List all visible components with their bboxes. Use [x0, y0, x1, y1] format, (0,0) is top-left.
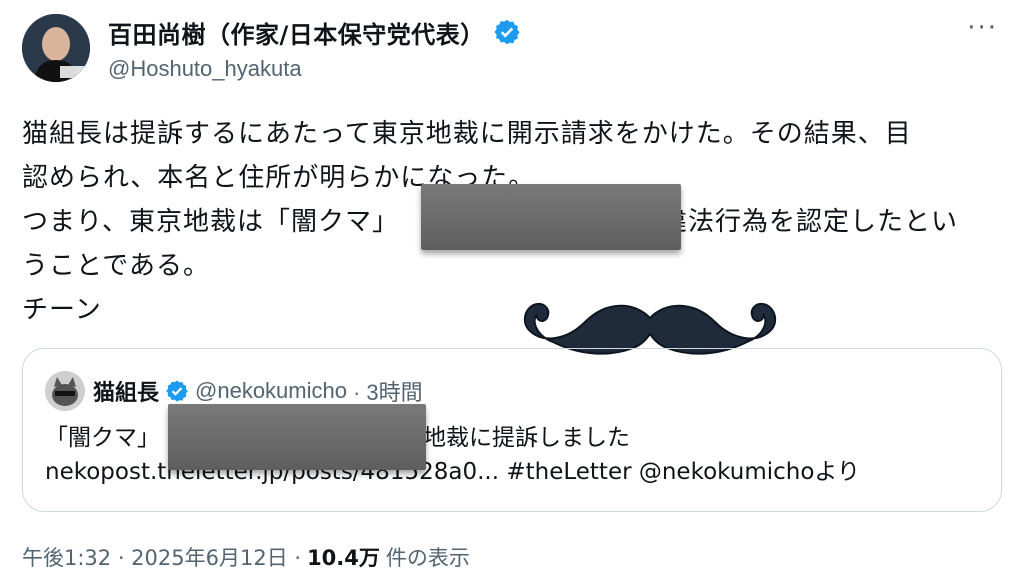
tweet-line: うことである。 — [22, 251, 210, 281]
quoted-text-part: 「闇クマ」 — [45, 425, 160, 451]
tweet-line: 猫組長は提訴するにあたって東京地裁に開示請求をかけた。その結果、目 — [22, 119, 912, 149]
tweet-meta-footer: 午後1:32 · 2025年6月12日 · 10.4万 件の表示 — [22, 542, 470, 572]
quoted-author-avatar[interactable] — [45, 371, 85, 411]
verified-badge-icon — [494, 19, 520, 45]
tweet-line-part: つまり、東京地裁は「闇クマ」 — [22, 207, 399, 237]
quoted-author-handle[interactable]: @nekokumicho — [195, 378, 347, 404]
quoted-timestamp[interactable]: · 3時間 — [353, 375, 423, 407]
view-count-label: 件の表示 — [385, 546, 470, 570]
author-display-name[interactable]: 百田尚樹（作家/日本保守党代表） — [108, 15, 485, 50]
cat-avatar-icon — [45, 371, 85, 411]
view-count: 10.4万 — [307, 546, 380, 570]
quoted-author-name[interactable]: 猫組長 — [93, 375, 159, 407]
quoted-text-part: 京地裁に提訴しました — [400, 425, 630, 451]
author-avatar[interactable] — [22, 14, 90, 82]
verified-badge-icon — [166, 380, 188, 402]
redaction-block — [168, 404, 426, 470]
profile-photo-icon — [22, 14, 90, 82]
tweet-line: チーン — [22, 295, 102, 325]
redaction-block — [421, 184, 681, 250]
more-options-icon[interactable]: ··· — [967, 15, 998, 41]
author-handle[interactable]: @Hoshuto_hyakuta — [108, 56, 521, 82]
tweet-line-part: 違法行為を認定したとい — [660, 207, 958, 237]
tweet-timestamp[interactable]: 午後1:32 · 2025年6月12日 · — [22, 542, 301, 572]
